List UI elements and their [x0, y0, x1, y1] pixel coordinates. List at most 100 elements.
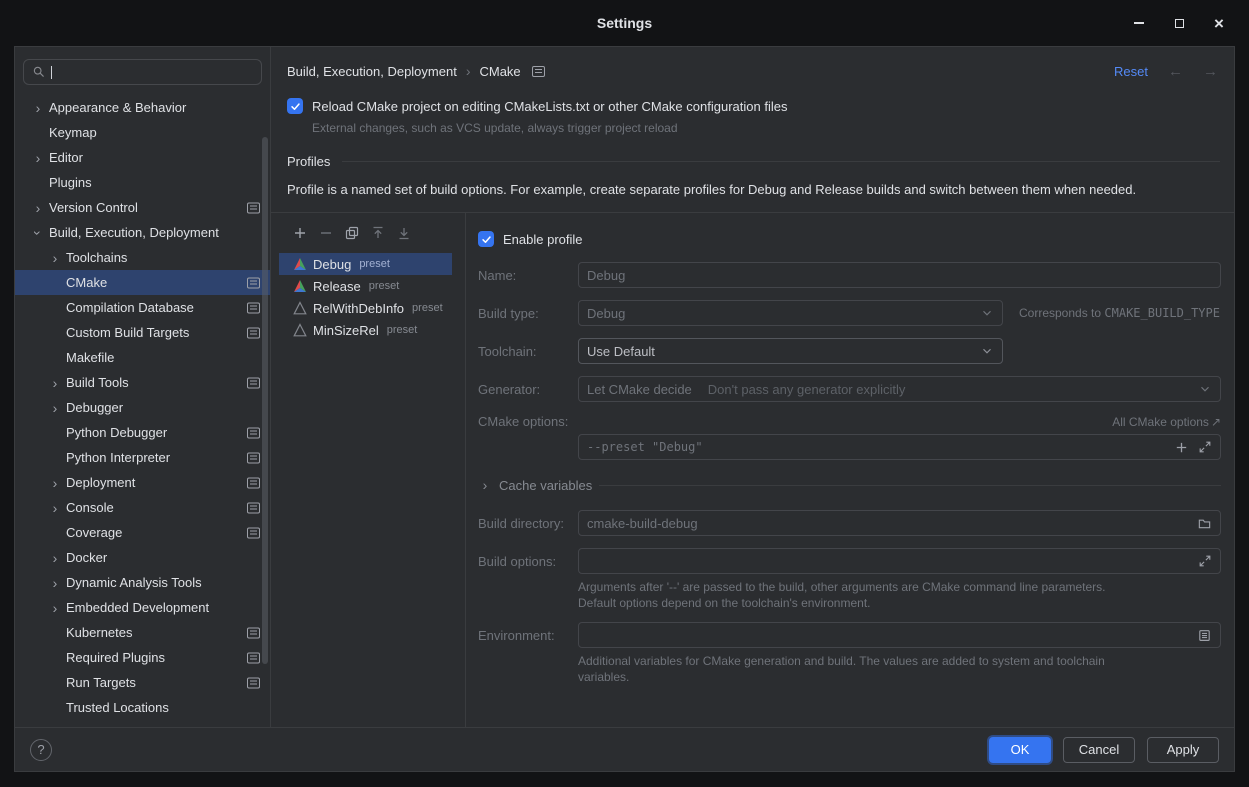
ok-button[interactable]: OK	[989, 737, 1051, 763]
sidebar-item-label: Trusted Locations	[66, 700, 169, 715]
chevron-right-icon[interactable]: ›	[48, 600, 62, 616]
sidebar-item-appearance-behavior[interactable]: ›Appearance & Behavior	[15, 95, 270, 120]
sidebar-item-docker[interactable]: ›Docker	[15, 545, 270, 570]
checkmark-icon	[290, 101, 301, 112]
chevron-right-icon[interactable]: ›	[48, 475, 62, 491]
preset-badge: preset	[369, 280, 400, 292]
forward-arrow-icon[interactable]: →	[1203, 63, 1218, 80]
maximize-button[interactable]	[1171, 15, 1187, 31]
move-down-button[interactable]	[391, 222, 417, 244]
help-button[interactable]: ?	[30, 739, 52, 761]
reload-cmake-checkbox[interactable]	[287, 98, 303, 114]
project-settings-icon	[247, 627, 260, 638]
profile-list-panel: Debugpreset Releasepreset RelWithDebInfo…	[271, 213, 466, 727]
chevron-down-icon[interactable]	[980, 344, 994, 358]
sidebar-item-plugins[interactable]: ›Plugins	[15, 170, 270, 195]
cache-variables-toggle[interactable]: › Cache variables	[478, 477, 1221, 493]
move-up-button[interactable]	[365, 222, 391, 244]
sidebar-item-python-debugger[interactable]: ›Python Debugger	[15, 420, 270, 445]
apply-button[interactable]: Apply	[1147, 737, 1219, 763]
sidebar-item-kubernetes[interactable]: ›Kubernetes	[15, 620, 270, 645]
sidebar-item-cmake[interactable]: ›CMake	[15, 270, 270, 295]
sidebar-item-python-interpreter[interactable]: ›Python Interpreter	[15, 445, 270, 470]
name-field[interactable]	[578, 262, 1221, 288]
folder-icon[interactable]	[1197, 516, 1212, 531]
chevron-right-icon[interactable]: ›	[48, 500, 62, 516]
sidebar-item-keymap[interactable]: ›Keymap	[15, 120, 270, 145]
sidebar-item-run-targets[interactable]: ›Run Targets	[15, 670, 270, 695]
profile-item-relwithdebinfo[interactable]: RelWithDebInfopreset	[279, 297, 452, 319]
close-button[interactable]: ×	[1211, 15, 1227, 31]
search-input[interactable]	[57, 65, 253, 80]
chevron-right-icon[interactable]: ›	[48, 400, 62, 416]
build-directory-field[interactable]	[578, 510, 1221, 536]
enable-profile-checkbox[interactable]	[478, 231, 494, 247]
chevron-right-icon[interactable]: ›	[31, 200, 45, 216]
project-settings-icon	[247, 477, 260, 488]
build-options-input[interactable]	[587, 554, 1192, 569]
profile-item-minsizerel[interactable]: MinSizeRelpreset	[279, 319, 452, 341]
sidebar-item-version-control[interactable]: ›Version Control	[15, 195, 270, 220]
sidebar-item-toolchains[interactable]: ›Toolchains	[15, 245, 270, 270]
sidebar-item-compilation-database[interactable]: ›Compilation Database	[15, 295, 270, 320]
chevron-right-icon[interactable]: ›	[48, 375, 62, 391]
environment-input[interactable]	[587, 628, 1191, 643]
chevron-right-icon[interactable]: ›	[31, 100, 45, 116]
profile-item-debug[interactable]: Debugpreset	[279, 253, 452, 275]
sidebar-item-dynamic-analysis-tools[interactable]: ›Dynamic Analysis Tools	[15, 570, 270, 595]
sidebar-item-console[interactable]: ›Console	[15, 495, 270, 520]
name-input[interactable]	[587, 268, 1212, 283]
build-directory-input[interactable]	[587, 516, 1191, 531]
variables-list-icon[interactable]	[1197, 628, 1212, 643]
copy-profile-button[interactable]	[339, 222, 365, 244]
sidebar-item-label: Run Targets	[66, 675, 136, 690]
sidebar-scrollbar[interactable]	[262, 137, 268, 664]
build-directory-label: Build directory:	[478, 516, 578, 531]
build-options-field[interactable]	[578, 548, 1221, 574]
sidebar-item-custom-build-targets[interactable]: ›Custom Build Targets	[15, 320, 270, 345]
sidebar-item-trusted-locations[interactable]: ›Trusted Locations	[15, 695, 270, 720]
reset-link[interactable]: Reset	[1114, 64, 1148, 79]
all-cmake-options-link[interactable]: All CMake options↗	[1112, 415, 1221, 429]
sidebar-item-coverage[interactable]: ›Coverage	[15, 520, 270, 545]
cancel-button[interactable]: Cancel	[1063, 737, 1135, 763]
sidebar-item-makefile[interactable]: ›Makefile	[15, 345, 270, 370]
cmake-options-field[interactable]	[578, 434, 1221, 460]
sidebar-item-build-execution-deployment[interactable]: ›Build, Execution, Deployment	[15, 220, 270, 245]
chevron-right-icon: ›	[478, 477, 492, 493]
chevron-right-icon[interactable]: ›	[48, 250, 62, 266]
chevron-down-icon[interactable]	[980, 306, 994, 320]
expand-icon[interactable]	[1198, 554, 1212, 568]
environment-field[interactable]	[578, 622, 1221, 648]
back-arrow-icon[interactable]: ←	[1168, 63, 1183, 80]
chevron-down-icon[interactable]	[1198, 382, 1212, 396]
cache-variables-label: Cache variables	[499, 478, 592, 493]
breadcrumb-item[interactable]: Build, Execution, Deployment	[287, 64, 457, 79]
sidebar-item-build-tools[interactable]: ›Build Tools	[15, 370, 270, 395]
settings-search-box[interactable]	[23, 59, 262, 85]
remove-profile-button[interactable]	[313, 222, 339, 244]
generator-combo[interactable]: Let CMake decide Don't pass any generato…	[578, 376, 1221, 402]
build-type-combo[interactable]: Debug	[578, 300, 1003, 326]
chevron-right-icon[interactable]: ›	[48, 575, 62, 591]
sidebar-item-required-plugins[interactable]: ›Required Plugins	[15, 645, 270, 670]
cmake-options-label: CMake options:	[478, 414, 578, 429]
settings-sidebar: ›Appearance & Behavior ›Keymap ›Editor ›…	[15, 47, 271, 727]
profile-item-release[interactable]: Releasepreset	[279, 275, 452, 297]
sidebar-item-deployment[interactable]: ›Deployment	[15, 470, 270, 495]
chevron-right-icon[interactable]: ›	[31, 150, 45, 166]
add-option-icon[interactable]	[1174, 440, 1189, 455]
cmake-options-input[interactable]	[587, 440, 1168, 454]
chevron-right-icon[interactable]: ›	[48, 550, 62, 566]
section-divider	[599, 485, 1221, 486]
preset-badge: preset	[387, 324, 418, 336]
sidebar-item-editor[interactable]: ›Editor	[15, 145, 270, 170]
minimize-button[interactable]	[1131, 15, 1147, 31]
chevron-down-icon[interactable]: ›	[30, 226, 46, 240]
toolchain-combo[interactable]: Use Default	[578, 338, 1003, 364]
sidebar-item-embedded-development[interactable]: ›Embedded Development	[15, 595, 270, 620]
environment-help: Additional variables for CMake generatio…	[578, 653, 1133, 685]
add-profile-button[interactable]	[287, 222, 313, 244]
sidebar-item-debugger[interactable]: ›Debugger	[15, 395, 270, 420]
expand-icon[interactable]	[1198, 440, 1212, 454]
